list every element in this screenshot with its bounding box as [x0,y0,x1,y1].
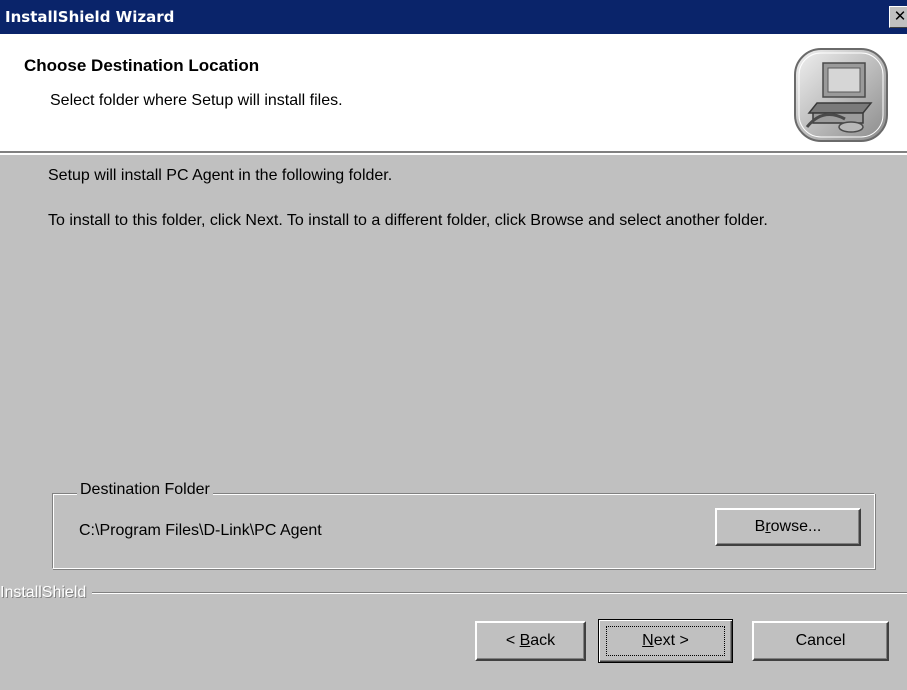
close-button[interactable]: ✕ [889,6,907,28]
next-button[interactable]: Next > [598,619,733,663]
browse-label-post: owse... [770,518,822,535]
cancel-button[interactable]: Cancel [752,621,889,661]
installshield-branding: InstallShield [0,582,93,604]
close-icon: ✕ [893,7,907,25]
browse-button[interactable]: Browse... [715,508,861,546]
back-label-accesskey: B [519,632,531,649]
window-title: InstallShield Wizard [5,8,175,26]
back-label-pre: < [505,632,520,649]
browse-label-pre: B [754,518,766,535]
installshield-computer-icon [794,48,888,142]
page-subtitle: Select folder where Setup will install f… [50,92,343,109]
installshield-wizard-window: InstallShield Wizard ✕ Choose Destinatio… [0,0,907,690]
install-location-text: Setup will install PC Agent in the follo… [48,167,393,184]
wizard-header: Choose Destination Location Select folde… [0,34,907,151]
header-divider-highlight [0,153,907,155]
branding-divider-highlight [0,593,907,594]
destination-path: C:\Program Files\D-Link\PC Agent [79,522,322,539]
focus-rectangle [606,626,725,656]
back-button[interactable]: < Back [475,621,586,661]
instructions-text: To install to this folder, click Next. T… [48,212,768,229]
back-label-post: ack [530,632,556,649]
destination-folder-label: Destination Folder [77,481,213,499]
title-bar[interactable]: InstallShield Wizard ✕ [0,0,907,34]
page-title: Choose Destination Location [24,56,260,75]
